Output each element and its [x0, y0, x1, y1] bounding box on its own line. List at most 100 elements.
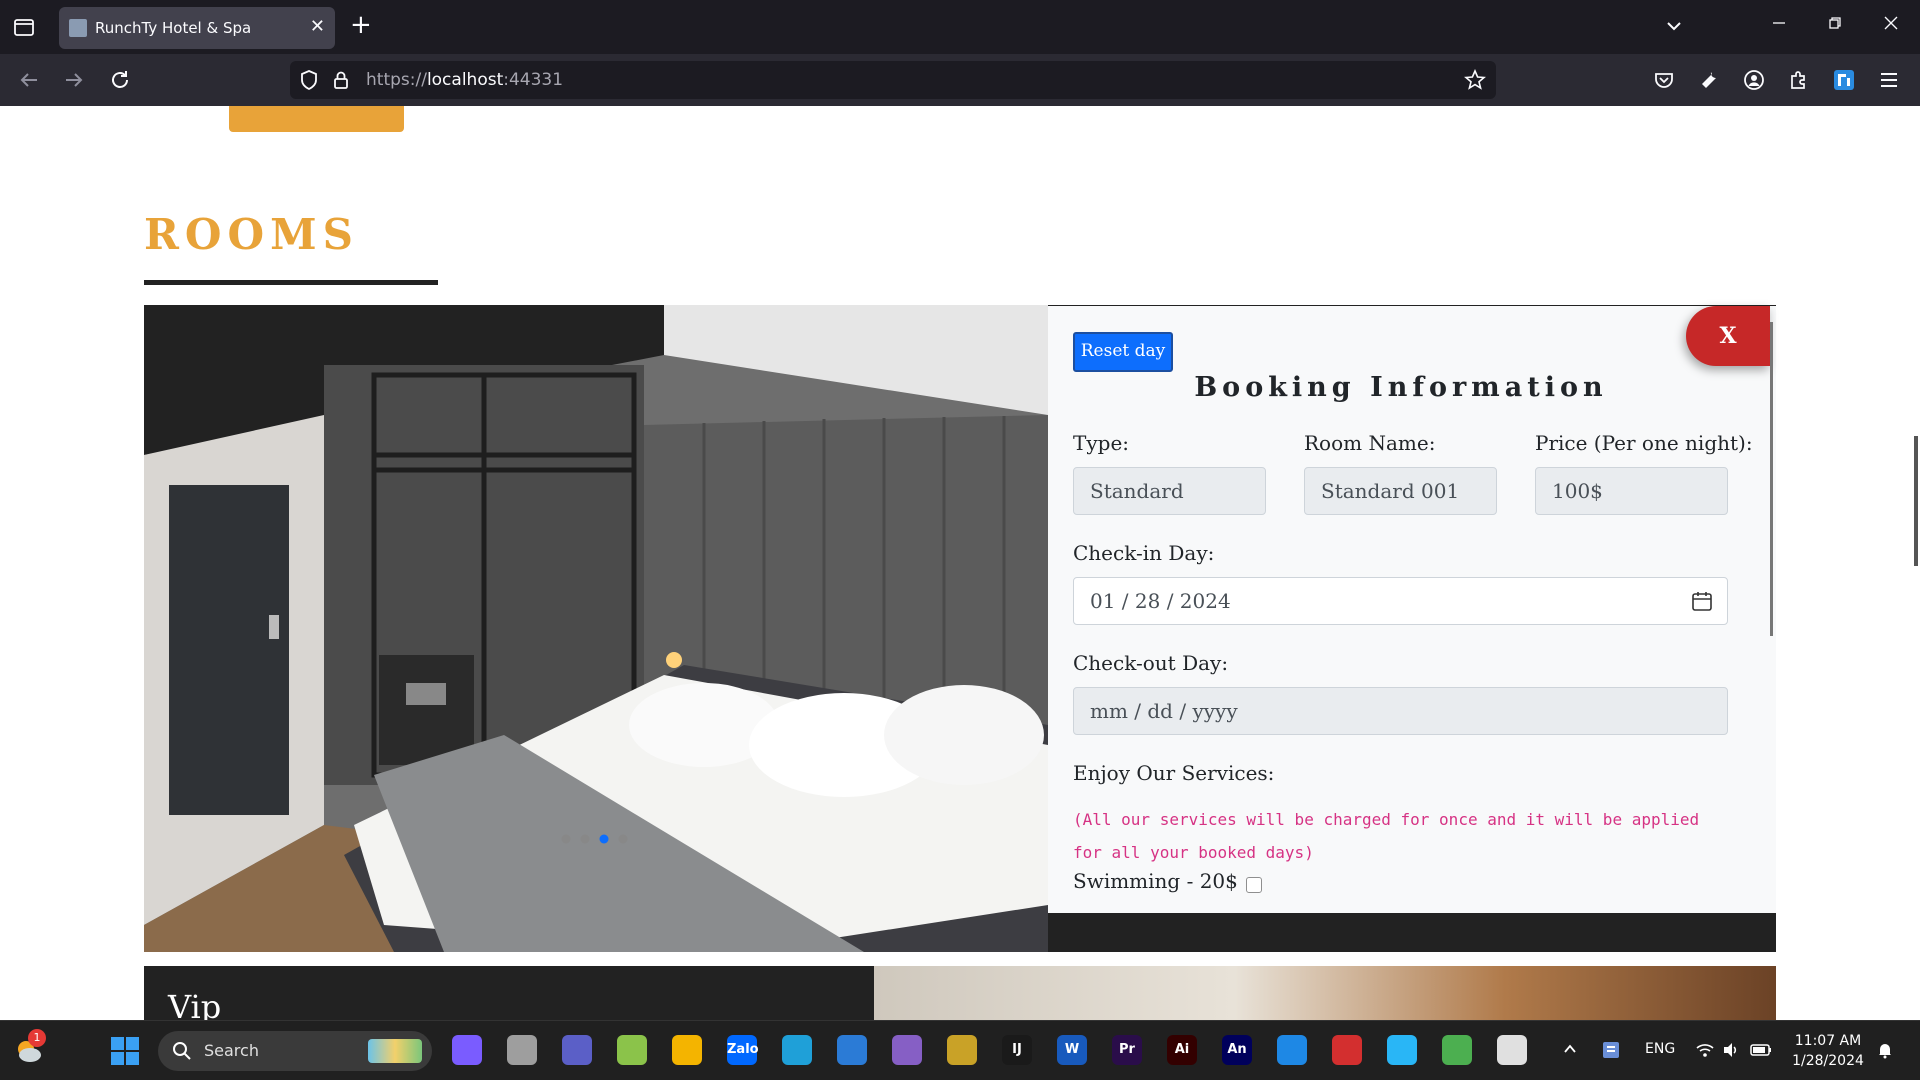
address-bar[interactable]: https://localhost:44331: [290, 61, 1496, 99]
price-label: Price (Per one night):: [1535, 431, 1753, 455]
tray-app-icon[interactable]: [1602, 1041, 1620, 1063]
room-name-label: Room Name:: [1304, 431, 1436, 455]
taskbar-search-box[interactable]: Search: [158, 1031, 432, 1071]
checkout-label: Check-out Day:: [1073, 651, 1229, 675]
sticky-tool-icon[interactable]: [947, 1035, 977, 1065]
task-view-icon[interactable]: [507, 1035, 537, 1065]
reload-icon[interactable]: [108, 68, 132, 92]
illustrator-icon[interactable]: Ai: [1167, 1035, 1197, 1065]
account-icon[interactable]: [1742, 68, 1766, 92]
pocket-icon[interactable]: [1652, 68, 1676, 92]
extension-badge-icon[interactable]: [1832, 68, 1856, 92]
bookmark-star-icon[interactable]: [1464, 68, 1486, 91]
service-swimming-checkbox[interactable]: [1246, 877, 1262, 893]
hamburger-menu-icon[interactable]: [1877, 68, 1901, 92]
search-highlight-icon: [368, 1039, 422, 1063]
zalo-icon[interactable]: Zalo: [727, 1035, 759, 1065]
price-value: 100$: [1552, 479, 1603, 503]
room-name-field: Standard 001: [1304, 467, 1497, 515]
firefox-icon[interactable]: [837, 1035, 867, 1065]
file-explorer-icon[interactable]: [672, 1035, 702, 1065]
services-label: Enjoy Our Services:: [1073, 761, 1275, 785]
booking-footer: [1048, 913, 1776, 952]
clock-time: 11:07 AM: [1794, 1033, 1862, 1049]
page-scrollbar[interactable]: [1914, 436, 1918, 566]
booking-title: Booking Information: [1194, 372, 1608, 403]
forward-arrow-icon[interactable]: [62, 68, 86, 92]
price-field: 100$: [1535, 467, 1728, 515]
minimize-window-icon[interactable]: [1771, 15, 1787, 35]
windows-start-icon[interactable]: [110, 1036, 140, 1070]
vip-room-title: Vip: [168, 988, 222, 1020]
restore-window-icon[interactable]: [1827, 15, 1843, 35]
red-app-icon[interactable]: [1332, 1035, 1362, 1065]
tracking-shield-icon[interactable]: [298, 69, 320, 91]
tab-close-icon[interactable]: ✕: [310, 16, 325, 37]
carousel-dot[interactable]: [580, 834, 590, 844]
type-value: Standard: [1090, 479, 1184, 503]
battery-icon[interactable]: [1750, 1041, 1772, 1063]
checkout-date-placeholder: mm / dd / yyyy: [1090, 699, 1238, 723]
extensions-puzzle-icon[interactable]: [1787, 68, 1811, 92]
carousel-dot[interactable]: [618, 834, 628, 844]
page-content: ROOMS Reset day X Booking Information Ty…: [0, 106, 1920, 1020]
calendar-icon[interactable]: [1691, 590, 1713, 612]
carousel-dot-active[interactable]: [599, 834, 609, 844]
word-icon[interactable]: W: [1057, 1035, 1087, 1065]
tab-title: RunchTy Hotel & Spa: [95, 19, 252, 37]
premiere-icon[interactable]: Pr: [1112, 1035, 1142, 1065]
checkin-date-input[interactable]: 01 / 28 / 2024: [1073, 577, 1728, 625]
edge-icon[interactable]: [782, 1035, 812, 1065]
reset-day-button[interactable]: Reset day: [1073, 332, 1173, 372]
type-label: Type:: [1073, 431, 1130, 455]
teams-chat-icon[interactable]: [562, 1035, 592, 1065]
url-port: :44331: [503, 70, 564, 90]
close-window-icon[interactable]: [1883, 15, 1899, 35]
back-arrow-icon[interactable]: [17, 68, 41, 92]
checkin-date-value: 01 / 28 / 2024: [1090, 589, 1231, 613]
windows-taskbar: 1 Search Zalo IJ W Pr Ai An ENG 11:07 AM 1/28…: [0, 1020, 1920, 1080]
chrome-icon[interactable]: [1442, 1035, 1472, 1065]
checkout-date-input[interactable]: mm / dd / yyyy: [1073, 687, 1728, 735]
search-icon: [172, 1041, 192, 1065]
copilot-icon[interactable]: [452, 1035, 482, 1065]
vip-room-card: Vip: [144, 966, 874, 1020]
title-underline: [144, 280, 438, 285]
read-more-button[interactable]: [229, 106, 404, 132]
close-booking-button[interactable]: X: [1686, 306, 1770, 366]
wrench-tools-icon[interactable]: [1697, 68, 1721, 92]
wifi-icon[interactable]: [1695, 1041, 1715, 1063]
booking-panel: Reset day X Booking Information Type: St…: [1048, 305, 1776, 913]
browser-nav-bar: https://localhost:44331: [0, 54, 1920, 106]
taskbar-clock[interactable]: 11:07 AM 1/28/2024: [1780, 1031, 1876, 1071]
animate-icon[interactable]: An: [1222, 1035, 1252, 1065]
vip-room-photo: [874, 966, 1776, 1020]
url-text[interactable]: https://localhost:44331: [366, 70, 563, 90]
search-label: Search: [204, 1041, 259, 1060]
volume-icon[interactable]: [1722, 1041, 1740, 1063]
notification-bell-icon[interactable]: [1876, 1041, 1894, 1063]
booking-scrollbar[interactable]: [1770, 322, 1773, 636]
input-language[interactable]: ENG: [1645, 1041, 1675, 1057]
elephant-app-icon[interactable]: [1387, 1035, 1417, 1065]
checkin-label: Check-in Day:: [1073, 541, 1215, 565]
tab-list-icon[interactable]: [12, 15, 38, 39]
carousel-dot[interactable]: [561, 834, 571, 844]
list-all-tabs-icon[interactable]: [1664, 16, 1684, 40]
snipping-tool-icon[interactable]: [1497, 1035, 1527, 1065]
browser-tab-active[interactable]: RunchTy Hotel & Spa ✕: [59, 7, 335, 49]
vscode-icon[interactable]: [1277, 1035, 1307, 1065]
type-field: Standard: [1073, 467, 1266, 515]
green-app-icon[interactable]: [617, 1035, 647, 1065]
new-tab-button[interactable]: +: [350, 11, 372, 39]
services-note: (All our services will be charged for on…: [1073, 810, 1700, 862]
browser-tab-bar: RunchTy Hotel & Spa ✕ +: [0, 0, 1920, 54]
url-scheme: https://: [366, 70, 427, 90]
intellij-icon[interactable]: IJ: [1002, 1035, 1032, 1065]
url-host: localhost: [426, 70, 504, 90]
lock-icon[interactable]: [330, 69, 352, 91]
carousel-indicators: [560, 830, 640, 849]
show-hidden-icons-chevron-icon[interactable]: [1562, 1041, 1578, 1061]
rooms-section-title: ROOMS: [144, 210, 359, 259]
visual-studio-icon[interactable]: [892, 1035, 922, 1065]
